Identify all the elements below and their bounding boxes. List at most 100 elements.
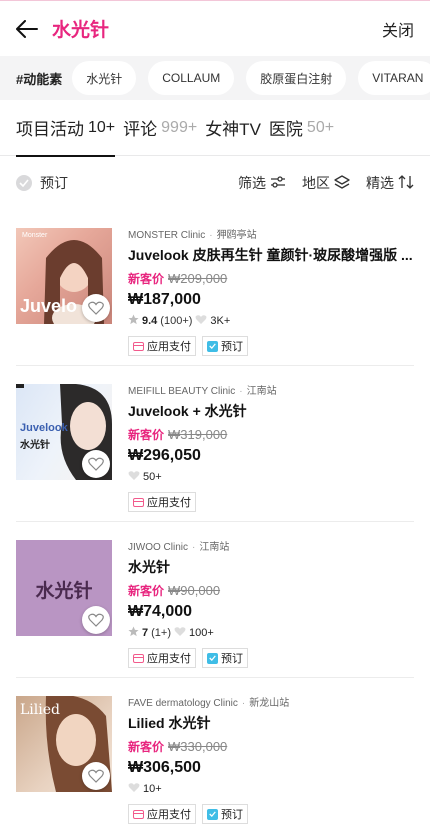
tab-label: 女神TV bbox=[205, 120, 261, 139]
filter-button[interactable]: 筛选 bbox=[238, 173, 286, 193]
original-price: ₩209,000 bbox=[168, 271, 228, 286]
product-card[interactable]: Monster Juvelo MONSTER Clinic · 狎鸥亭站 Juvel… bbox=[16, 210, 414, 366]
product-thumbnail: 水光针 bbox=[16, 540, 112, 636]
heart-icon[interactable] bbox=[82, 762, 110, 790]
product-stats: 10+ bbox=[128, 782, 414, 796]
card-icon bbox=[133, 809, 144, 819]
sale-price: ₩296,050 bbox=[128, 447, 201, 464]
like-count: 10+ bbox=[143, 783, 162, 795]
rating: 9.4 bbox=[142, 315, 158, 327]
chip-collagen[interactable]: 胶原蛋白注射 bbox=[246, 61, 347, 95]
product-stats: 50+ bbox=[128, 470, 414, 484]
chips-label: #动能素 bbox=[16, 71, 63, 87]
product-stats: 7 (1+) 100+ bbox=[128, 626, 414, 640]
star-icon bbox=[128, 626, 139, 640]
page-title: 水光针 bbox=[52, 20, 110, 41]
clinic-name: MEIFILL BEAUTY Clinic bbox=[128, 386, 236, 397]
thumb-text: Juvelo bbox=[20, 296, 78, 316]
back-arrow-icon[interactable] bbox=[16, 17, 40, 41]
reserve-badge-label: 预订 bbox=[221, 809, 243, 821]
sale-price: ₩306,500 bbox=[128, 759, 201, 776]
layers-icon bbox=[334, 174, 350, 192]
clinic-name: JIWOO Clinic bbox=[128, 542, 188, 553]
tab-tv[interactable]: 女神TV bbox=[205, 100, 261, 156]
original-price: ₩90,000 bbox=[168, 583, 221, 598]
thumb-brand-text: Monster bbox=[22, 232, 48, 239]
sale-price: ₩187,000 bbox=[128, 291, 201, 308]
tab-count: 50+ bbox=[306, 118, 335, 136]
clinic-info: MONSTER Clinic · 狎鸥亭站 bbox=[128, 230, 257, 241]
top-bar: 水光针 关闭 bbox=[0, 0, 430, 56]
check-icon bbox=[16, 175, 32, 191]
sliders-icon bbox=[270, 175, 286, 191]
heart-small-icon bbox=[128, 782, 140, 796]
calendar-check-icon bbox=[207, 808, 218, 820]
heart-small-icon bbox=[128, 470, 140, 484]
like-count: 3K+ bbox=[210, 315, 231, 327]
sort-label: 精选 bbox=[366, 175, 394, 191]
new-customer-label: 新客价 bbox=[128, 584, 165, 598]
product-name: Juvelook 皮肤再生针 童颜针·玻尿酸增强版 ... bbox=[128, 247, 413, 263]
pay-badge-label: 应用支付 bbox=[147, 653, 191, 665]
filter-bar: 预订 筛选 地区 精选 bbox=[0, 156, 430, 210]
pay-badge-label: 应用支付 bbox=[147, 809, 191, 821]
product-name: Lilied 水光针 bbox=[128, 715, 211, 731]
pay-badge: 应用支付 bbox=[128, 336, 196, 356]
tab-reviews[interactable]: 评论 999+ bbox=[123, 100, 197, 156]
reserve-badge: 预订 bbox=[202, 336, 248, 356]
tab-events[interactable]: 项目活动 10+ bbox=[16, 100, 116, 157]
reserve-badge: 预订 bbox=[202, 804, 248, 824]
close-button[interactable]: 关闭 bbox=[382, 17, 414, 41]
star-icon bbox=[128, 314, 139, 328]
product-card[interactable]: 水光针 JIWOO Clinic · 江南站 水光针 新客价 ₩90,000 ₩74… bbox=[16, 522, 414, 678]
product-card[interactable]: Lilied FAVE dermatology Clinic · 新龙山站 Lili… bbox=[16, 678, 414, 828]
chip-shuiguangzhen[interactable]: 水光针 bbox=[72, 61, 137, 95]
region-button[interactable]: 地区 bbox=[302, 173, 350, 193]
pay-badge-label: 应用支付 bbox=[147, 341, 191, 353]
original-price: ₩319,000 bbox=[168, 427, 228, 442]
rating: 7 bbox=[142, 627, 149, 639]
clinic-info: JIWOO Clinic · 江南站 bbox=[128, 542, 230, 553]
content-tabs: 项目活动 10+ 评论 999+ 女神TV 医院 50+ bbox=[0, 100, 430, 157]
product-thumbnail: Juvelook 水光针 bbox=[16, 384, 112, 480]
heart-icon[interactable] bbox=[82, 606, 110, 634]
card-icon bbox=[133, 341, 144, 351]
heart-icon[interactable] bbox=[82, 294, 110, 322]
tab-label: 评论 bbox=[123, 120, 158, 139]
chip-vitaran[interactable]: VITARAN bbox=[358, 61, 430, 95]
tab-label: 医院 bbox=[268, 120, 303, 139]
review-count: (1+) bbox=[151, 627, 171, 639]
product-thumbnail: Monster Juvelo bbox=[16, 228, 112, 324]
reserve-badge-label: 预订 bbox=[221, 341, 243, 353]
keyword-chips: #动能素 水光针 COLLAUM 胶原蛋白注射 VITARAN bbox=[0, 56, 430, 100]
tab-hospitals[interactable]: 医院 50+ bbox=[269, 100, 334, 156]
product-stats: 9.4 (100+) 3K+ bbox=[128, 314, 414, 328]
region-label: 地区 bbox=[302, 175, 330, 191]
heart-icon[interactable] bbox=[82, 450, 110, 478]
reserve-badge: 预订 bbox=[202, 648, 248, 668]
tab-count: 10+ bbox=[88, 118, 116, 136]
product-list: Monster Juvelo MONSTER Clinic · 狎鸥亭站 Juvel… bbox=[0, 210, 430, 828]
clinic-station: 江南站 bbox=[199, 542, 230, 553]
new-customer-label: 新客价 bbox=[128, 740, 165, 754]
pay-badge: 应用支付 bbox=[128, 648, 196, 668]
pay-badge: 应用支付 bbox=[128, 804, 196, 824]
tab-label: 项目活动 bbox=[16, 120, 84, 139]
chip-collaum[interactable]: COLLAUM bbox=[148, 61, 235, 95]
product-thumbnail: Lilied bbox=[16, 696, 112, 792]
calendar-check-icon bbox=[207, 340, 218, 352]
product-card[interactable]: Juvelook 水光针 MEIFILL BEAUTY Clinic · 江南站 J… bbox=[16, 366, 414, 522]
heart-small-icon bbox=[195, 314, 207, 328]
original-price: ₩330,000 bbox=[168, 739, 228, 754]
thumb-text: Lilied bbox=[20, 702, 60, 718]
pay-badge: 应用支付 bbox=[128, 492, 196, 512]
reserve-filter-toggle[interactable]: 预订 bbox=[16, 173, 68, 193]
clinic-station: 新龙山站 bbox=[249, 698, 290, 709]
product-name: 水光针 bbox=[128, 559, 170, 575]
clinic-name: MONSTER Clinic bbox=[128, 230, 206, 241]
clinic-station: 江南站 bbox=[246, 386, 277, 397]
sort-button[interactable]: 精选 bbox=[366, 173, 414, 193]
reserve-filter-label: 预订 bbox=[40, 175, 68, 191]
review-count: (100+) bbox=[160, 315, 193, 327]
card-icon bbox=[133, 497, 144, 507]
